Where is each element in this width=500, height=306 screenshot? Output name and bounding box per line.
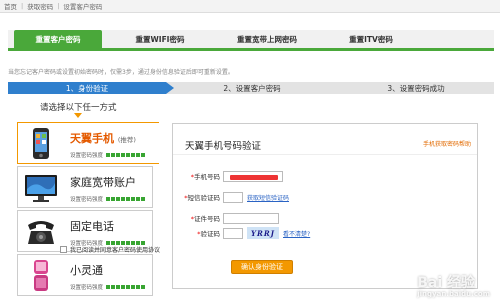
sms-label: *短信验证码 bbox=[184, 194, 220, 202]
breadcrumb-separator: | bbox=[57, 2, 60, 10]
monitor-icon bbox=[23, 171, 59, 205]
breadcrumb-separator: | bbox=[21, 2, 24, 10]
password-strength: 设置密码强度 bbox=[70, 283, 146, 291]
help-link[interactable]: 手机获取密码帮助 bbox=[423, 139, 471, 148]
strength-label: 设置密码强度 bbox=[70, 153, 104, 159]
redaction-mark bbox=[230, 174, 278, 180]
captcha-image[interactable]: YRRJ bbox=[247, 227, 279, 239]
phone-row: *手机号码 bbox=[173, 170, 479, 182]
notice-text: 当您忘记客户密码或设置初始密码时，仅需3步，通过身份信息验证后即可重新设置。 bbox=[8, 69, 234, 76]
smartphone-icon bbox=[23, 127, 59, 161]
method-tianyi-mobile[interactable]: 天翼手机 (推荐) 设置密码强度 bbox=[17, 122, 159, 164]
telephone-icon bbox=[23, 215, 59, 249]
refresh-captcha-link[interactable]: 看不清楚? bbox=[283, 229, 310, 238]
agreement-row: 我已阅读并同意客户密码使用协议 bbox=[60, 245, 160, 254]
breadcrumb-item[interactable]: 设置客户密码 bbox=[63, 1, 102, 11]
step-set-password: 2、设置客户密码 bbox=[223, 83, 281, 93]
agreement-checkbox[interactable] bbox=[60, 246, 67, 253]
method-home-broadband[interactable]: 家庭宽带账户 设置密码强度 bbox=[17, 166, 153, 208]
step-identity-verification: 1、身份验证 bbox=[8, 82, 174, 94]
choose-arrow-icon bbox=[74, 113, 82, 118]
password-strength: 设置密码强度 bbox=[70, 151, 146, 159]
method-title: 固定电话 bbox=[70, 220, 114, 233]
breadcrumb-item[interactable]: 获取密码 bbox=[27, 1, 53, 11]
strength-bars bbox=[106, 285, 146, 289]
verify-row: *验证码 YRRJ 看不清楚? bbox=[173, 227, 479, 239]
strength-label: 设置密码强度 bbox=[70, 197, 104, 203]
panel-title: 天翼手机号码验证 bbox=[185, 141, 262, 152]
confirm-identity-button[interactable]: 确认身份验证 bbox=[231, 260, 293, 274]
get-sms-code-link[interactable]: 获取短信验证码 bbox=[247, 193, 289, 202]
watermark-main: Bai 经验 bbox=[417, 275, 476, 291]
phone-input[interactable] bbox=[223, 170, 283, 182]
recommended-tag: (推荐) bbox=[117, 136, 136, 144]
method-xiaolingtong[interactable]: 小灵通 设置密码强度 bbox=[17, 254, 153, 296]
sms-code-input[interactable] bbox=[223, 191, 243, 203]
method-title-text: 天翼手机 bbox=[70, 132, 114, 145]
tab-reset-broadband-password[interactable]: 重置宽带上网密码 bbox=[212, 30, 322, 48]
divider bbox=[173, 154, 477, 155]
tab-reset-itv-password[interactable]: 重置ITV密码 bbox=[326, 30, 416, 48]
sms-row: *短信验证码 获取短信验证码 bbox=[173, 191, 479, 203]
strength-bars bbox=[106, 197, 146, 201]
flip-phone-icon bbox=[23, 259, 59, 293]
verification-panel: 天翼手机号码验证 手机获取密码帮助 *手机号码 *短信验证码 获取短信验证码 *… bbox=[172, 123, 478, 289]
tab-bar: 重置客户密码 重置WIFI密码 重置宽带上网密码 重置ITV密码 bbox=[8, 30, 494, 51]
progress-steps: 1、身份验证 2、设置客户密码 3、设置密码成功 bbox=[8, 82, 494, 94]
watermark: Bai 经验 jingyan.baidu.com bbox=[417, 272, 490, 298]
method-title: 天翼手机 (推荐) bbox=[70, 130, 136, 146]
step-success: 3、设置密码成功 bbox=[387, 83, 445, 93]
choose-method-label: 请选择以下任一方式 bbox=[40, 103, 117, 113]
password-strength: 设置密码强度 bbox=[70, 195, 146, 203]
agreement-text: 我已阅读并同意客户密码使用协议 bbox=[70, 247, 161, 254]
cert-number-input[interactable] bbox=[223, 212, 279, 224]
tab-reset-wifi-password[interactable]: 重置WIFI密码 bbox=[110, 30, 210, 48]
breadcrumb-home[interactable]: 首页 bbox=[4, 1, 17, 11]
watermark-sub: jingyan.baidu.com bbox=[417, 290, 490, 298]
method-title: 小灵通 bbox=[70, 264, 103, 277]
strength-bars bbox=[106, 153, 146, 157]
method-title: 家庭宽带账户 bbox=[70, 176, 136, 189]
verify-code-input[interactable] bbox=[223, 227, 243, 239]
tab-reset-customer-password[interactable]: 重置客户密码 bbox=[14, 30, 102, 48]
cert-label: *证件号码 bbox=[190, 215, 220, 223]
strength-label: 设置密码强度 bbox=[70, 285, 104, 291]
cert-row: *证件号码 bbox=[173, 212, 479, 224]
phone-label: *手机号码 bbox=[190, 173, 220, 181]
breadcrumb: 首页 | 获取密码 | 设置客户密码 bbox=[0, 0, 500, 13]
verify-label: *验证码 bbox=[197, 230, 220, 238]
